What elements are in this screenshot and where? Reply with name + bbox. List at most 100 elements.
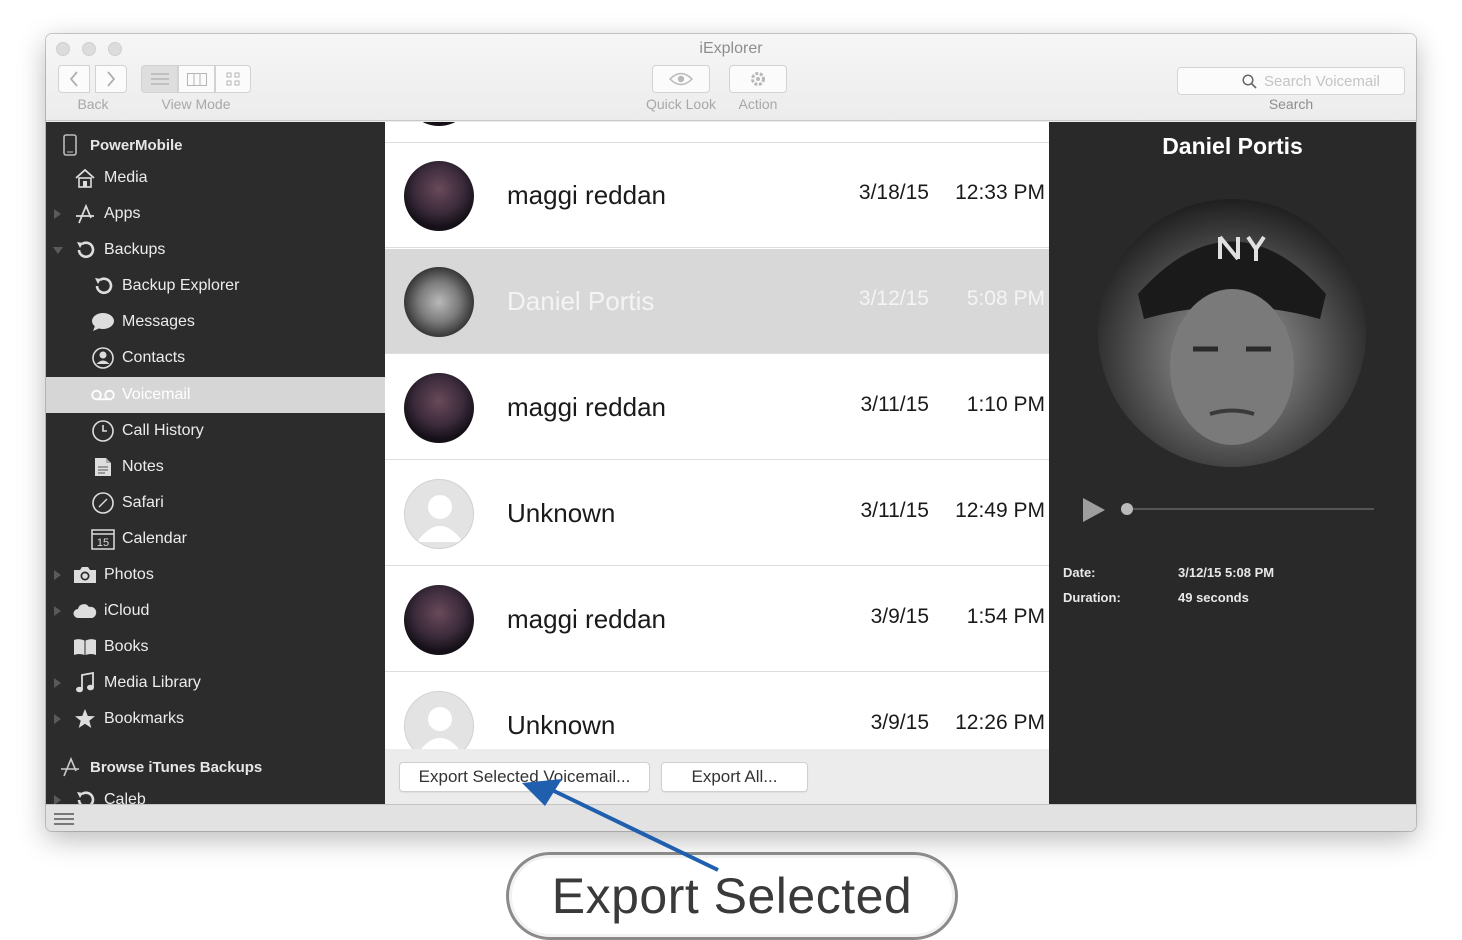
book-icon [73,636,97,658]
sidebar-item-label: Media [104,169,148,186]
disclosure-triangle-icon[interactable] [54,209,61,219]
voicemail-time: 12:26 PM [955,711,1045,734]
chevron-left-icon [69,71,78,87]
sidebar: PowerMobile Media Apps Backups Backup Ex… [46,122,385,804]
sidebar-item-media[interactable]: Media [46,160,385,196]
sidebar-browse-itunes-backups[interactable]: Browse iTunes Backups [46,749,385,785]
quick-look-label: Quick Look [645,96,717,112]
sidebar-item-books[interactable]: Books [46,629,385,665]
search-field[interactable]: Search Voicemail [1177,67,1405,95]
contact-name: Daniel Portis [1162,133,1303,159]
speech-bubble-icon [91,311,115,333]
voicemail-date: 3/9/15 [870,605,929,628]
music-note-icon [73,672,97,694]
star-icon [73,708,97,730]
backup-icon [73,239,97,261]
home-icon [73,167,97,189]
sidebar-item-label: Backups [104,241,166,258]
disclosure-triangle-icon[interactable] [53,247,63,254]
action-button[interactable] [729,65,787,93]
sidebar-item-label: Notes [122,458,164,475]
disclosure-triangle-icon[interactable] [54,714,61,724]
disclosure-triangle-icon[interactable] [54,606,61,616]
forward-button[interactable] [95,65,127,93]
menu-icon[interactable] [54,813,74,825]
notes-icon [91,456,115,478]
backup-icon [73,789,97,804]
calendar-badge: 15 [97,537,109,549]
list-item[interactable]: maggi reddan 3/18/15 12:33 PM [385,143,1049,248]
search-label: Search [1268,96,1314,112]
voicemail-date: 3/18/15 [858,181,929,204]
sidebar-item-backup-explorer[interactable]: Backup Explorer [46,268,385,304]
sidebar-item-bookmarks[interactable]: Bookmarks [46,701,385,737]
disclosure-triangle-icon[interactable] [54,795,61,804]
sidebar-item-media-library[interactable]: Media Library [46,665,385,701]
contact-avatar [404,161,474,231]
back-button[interactable] [58,65,90,93]
playback-slider-knob[interactable] [1121,503,1133,515]
backup-icon [91,275,115,297]
device-name: PowerMobile [90,137,183,154]
voicemail-time: 12:33 PM [955,181,1045,204]
sidebar-item-label: Books [104,638,149,655]
column-view-button[interactable] [178,65,215,93]
sidebar-item-contacts[interactable]: Contacts [46,340,385,376]
duration-label: Duration: [1063,590,1121,605]
voicemail-date: 3/11/15 [860,499,929,522]
play-button[interactable] [1083,498,1105,522]
grid-icon [226,72,240,86]
contact-avatar [404,267,474,337]
sidebar-item-apps[interactable]: Apps [46,196,385,232]
sidebar-item-label: Calendar [122,530,187,547]
quick-look-button[interactable] [652,65,710,93]
voicemail-list[interactable]: maggi reddan 3/18/15 12:33 PM Daniel Por… [385,122,1049,804]
list-item[interactable] [385,122,1049,143]
callout-text: Export Selected [551,868,913,924]
compass-icon [91,492,115,514]
action-label: Action [738,96,778,112]
disclosure-triangle-icon[interactable] [54,678,61,688]
sidebar-item-calendar[interactable]: 15 Calendar [46,521,385,557]
back-label: Back [77,96,109,112]
sidebar-item-icloud[interactable]: iCloud [46,593,385,629]
grid-view-button[interactable] [215,65,251,93]
detail-panel: Daniel Portis Date: 3/12/15 5:08 PM Dura… [1049,122,1416,804]
voicemail-caller: maggi reddan [507,180,666,210]
sidebar-item-voicemail[interactable]: Voicemail [46,377,385,413]
sidebar-item-messages[interactable]: Messages [46,304,385,340]
voicemail-caller: Daniel Portis [507,286,655,316]
list-view-button[interactable] [141,65,178,93]
apps-icon [58,756,82,778]
sidebar-item-notes[interactable]: Notes [46,449,385,485]
sidebar-item-safari[interactable]: Safari [46,485,385,521]
date-value: 3/12/15 5:08 PM [1178,565,1275,580]
sidebar-item-label: Photos [104,566,154,583]
gear-icon [751,72,765,86]
list-item-selected[interactable]: Daniel Portis 3/12/15 5:08 PM [385,249,1049,354]
date-label: Date: [1063,565,1096,580]
browse-label: Browse iTunes Backups [90,759,263,776]
voicemail-time: 1:10 PM [966,393,1045,416]
list-item[interactable]: maggi reddan 3/11/15 1:10 PM [385,355,1049,460]
apps-icon [73,203,97,225]
playback-slider[interactable] [1126,508,1374,510]
list-item[interactable]: maggi reddan 3/9/15 1:54 PM [385,567,1049,672]
export-all-button[interactable]: Export All... [661,762,808,792]
duration-value: 49 seconds [1178,590,1249,605]
sidebar-device[interactable]: PowerMobile [46,127,385,163]
search-placeholder: Search Voicemail [1264,72,1380,90]
sidebar-item-label: Contacts [122,349,186,366]
voicemail-caller: maggi reddan [507,392,666,422]
sidebar-item-backup-caleb[interactable]: Caleb [46,782,385,804]
sidebar-item-label: Messages [122,313,195,330]
sidebar-item-photos[interactable]: Photos [46,557,385,593]
columns-icon [186,72,207,86]
disclosure-triangle-icon[interactable] [54,570,61,580]
voicemail-time: 12:49 PM [955,499,1045,522]
sidebar-item-backups[interactable]: Backups [46,232,385,268]
export-selected-button[interactable]: Export Selected Voicemail... [399,762,650,792]
clock-icon [91,420,115,442]
sidebar-item-call-history[interactable]: Call History [46,413,385,449]
list-item[interactable]: Unknown 3/11/15 12:49 PM [385,461,1049,566]
